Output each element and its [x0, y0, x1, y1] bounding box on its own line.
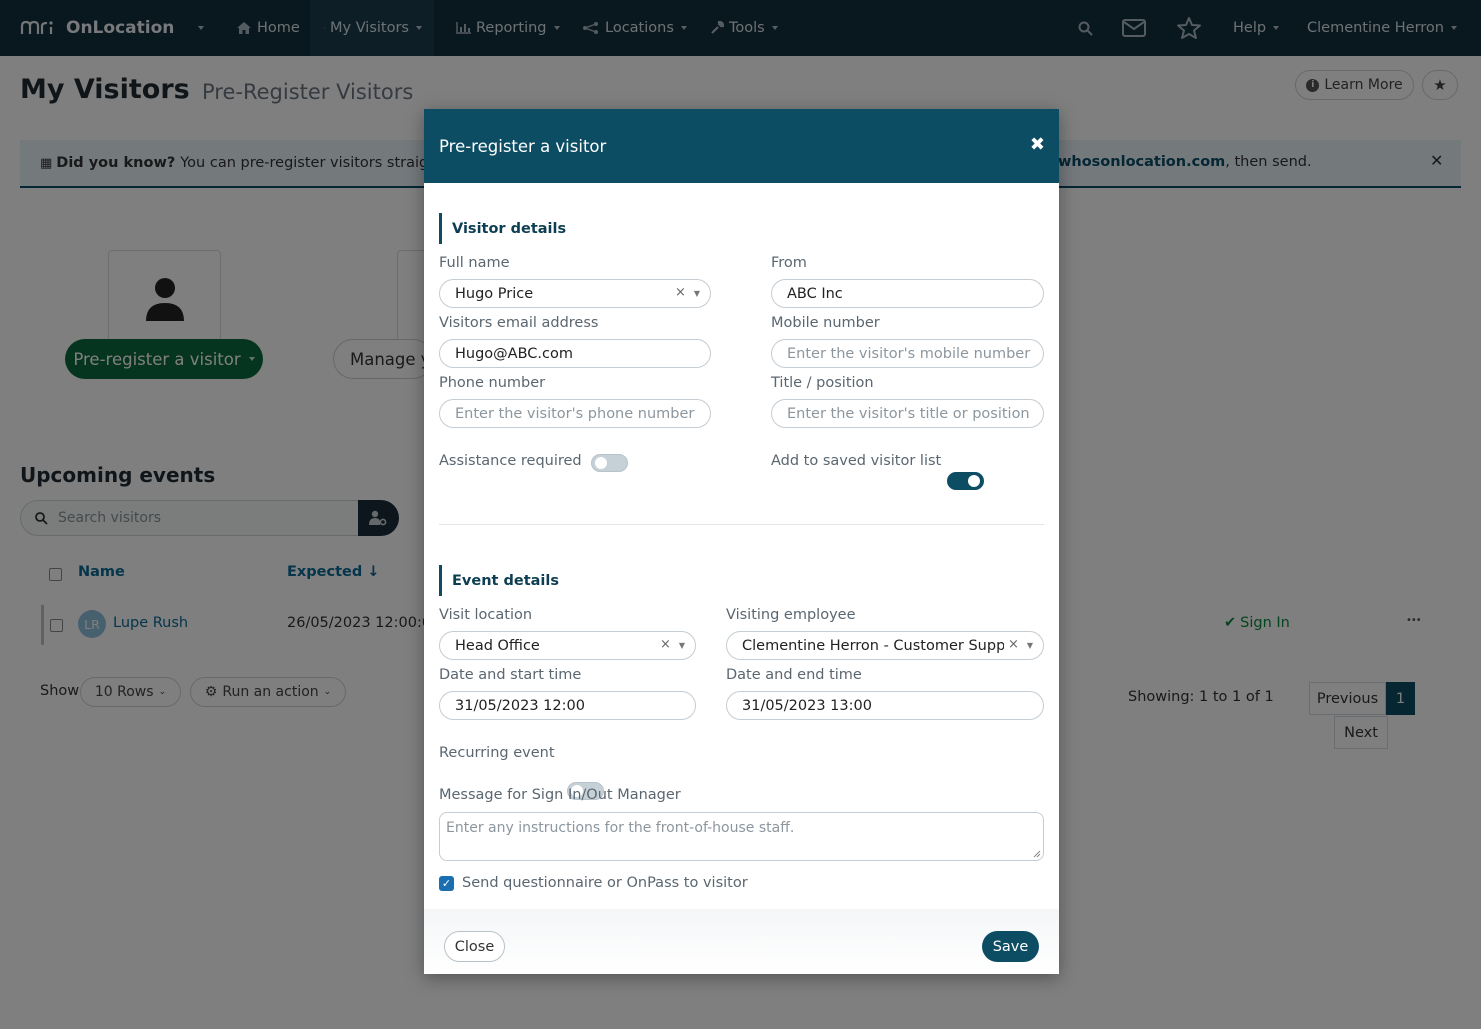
- phone-label: Phone number: [439, 375, 546, 391]
- chevron-down-icon: ▼: [678, 640, 685, 650]
- end-time-value: 31/05/2023 13:00: [742, 697, 872, 714]
- from-label: From: [771, 255, 807, 271]
- message-textarea[interactable]: Enter any instructions for the front-of-…: [439, 812, 1044, 861]
- start-time-value: 31/05/2023 12:00: [455, 697, 585, 714]
- saved-list-label: Add to saved visitor list: [771, 453, 942, 469]
- chevron-down-icon: ▼: [1026, 640, 1033, 650]
- mobile-placeholder: Enter the visitor's mobile number: [787, 345, 1031, 362]
- title-placeholder: Enter the visitor's title or position: [787, 405, 1030, 422]
- employee-label: Visiting employee: [726, 607, 856, 623]
- full-name-select[interactable]: Hugo Price × ▼: [439, 279, 711, 308]
- modal-header: Pre-register a visitor: [424, 109, 1059, 183]
- chevron-down-icon: ▼: [693, 288, 700, 298]
- end-time-field[interactable]: 31/05/2023 13:00: [726, 691, 1044, 720]
- assistance-label: Assistance required: [439, 453, 582, 469]
- event-details-heading: Event details: [439, 565, 639, 596]
- from-field[interactable]: ABC Inc: [771, 279, 1044, 308]
- message-label: Message for Sign In/Out Manager: [439, 787, 681, 803]
- questionnaire-label: Send questionnaire or OnPass to visitor: [462, 875, 748, 891]
- message-placeholder: Enter any instructions for the front-of-…: [446, 820, 795, 836]
- mobile-field[interactable]: Enter the visitor's mobile number: [771, 339, 1044, 368]
- end-time-label: Date and end time: [726, 667, 862, 683]
- full-name-label: Full name: [439, 255, 510, 271]
- clear-icon[interactable]: ×: [1008, 638, 1019, 651]
- location-value: Head Office: [455, 637, 540, 654]
- email-field[interactable]: Hugo@ABC.com: [439, 339, 711, 368]
- start-time-field[interactable]: 31/05/2023 12:00: [439, 691, 696, 720]
- from-value: ABC Inc: [787, 285, 843, 302]
- email-label: Visitors email address: [439, 315, 599, 331]
- resize-handle-icon[interactable]: [1033, 850, 1041, 858]
- close-icon[interactable]: ✖: [1030, 135, 1045, 155]
- save-button[interactable]: Save: [982, 931, 1039, 962]
- questionnaire-option[interactable]: ✓ Send questionnaire or OnPass to visito…: [439, 875, 748, 891]
- questionnaire-checkbox[interactable]: ✓: [439, 875, 454, 891]
- title-position-field[interactable]: Enter the visitor's title or position: [771, 399, 1044, 428]
- clear-icon[interactable]: ×: [675, 286, 686, 299]
- phone-field[interactable]: Enter the visitor's phone number: [439, 399, 711, 428]
- modal-footer: [424, 909, 1059, 974]
- modal-title: Pre-register a visitor: [439, 136, 607, 156]
- visiting-employee-select[interactable]: Clementine Herron - Customer Support × ▼: [726, 631, 1044, 660]
- start-time-label: Date and start time: [439, 667, 582, 683]
- saved-list-toggle[interactable]: [947, 472, 984, 490]
- location-label: Visit location: [439, 607, 533, 623]
- visitor-details-heading: Visitor details: [439, 213, 639, 244]
- email-value: Hugo@ABC.com: [455, 345, 573, 362]
- mobile-label: Mobile number: [771, 315, 880, 331]
- close-button[interactable]: Close: [444, 931, 505, 962]
- visit-location-select[interactable]: Head Office × ▼: [439, 631, 696, 660]
- phone-placeholder: Enter the visitor's phone number: [455, 405, 695, 422]
- full-name-value: Hugo Price: [455, 285, 534, 302]
- employee-value: Clementine Herron - Customer Support: [742, 637, 1026, 654]
- recurring-label: Recurring event: [439, 745, 555, 761]
- preregister-modal: Pre-register a visitor ✖ Visitor details…: [424, 109, 1059, 974]
- clear-icon[interactable]: ×: [660, 638, 671, 651]
- section-divider: [439, 524, 1044, 525]
- title-position-label: Title / position: [771, 375, 874, 391]
- assistance-toggle[interactable]: [591, 454, 628, 472]
